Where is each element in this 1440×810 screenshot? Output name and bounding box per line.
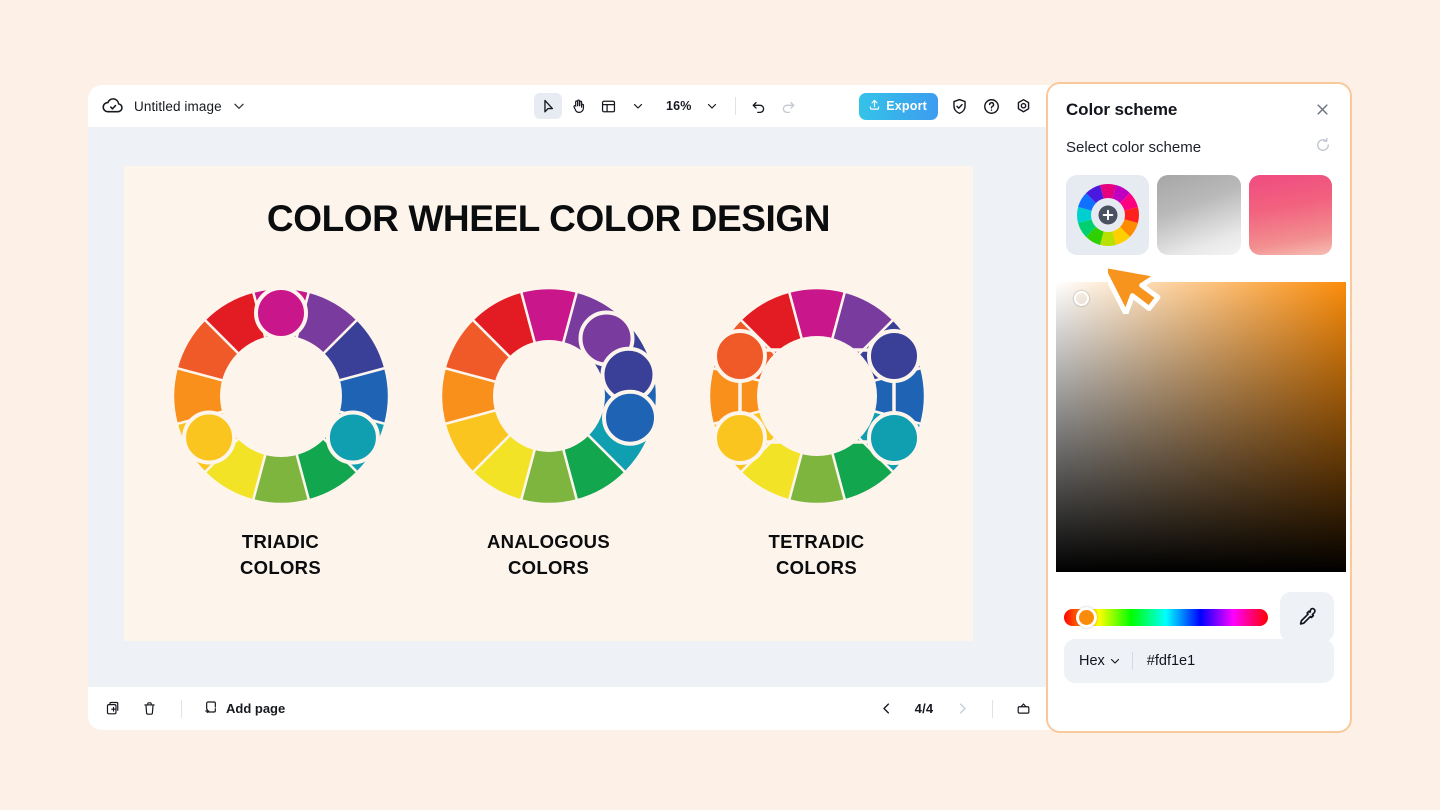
wheel-label-line1: TETRADIC xyxy=(768,531,865,552)
layout-panels-icon[interactable] xyxy=(594,93,622,119)
nav-divider xyxy=(992,699,993,718)
document-title[interactable]: Untitled image xyxy=(134,99,222,114)
hue-slider-row xyxy=(1048,592,1350,642)
redo-icon xyxy=(775,93,803,119)
wheel-label: ANALOGOUS COLORS xyxy=(487,529,610,582)
wheel-tetradic[interactable]: TETRADIC COLORS xyxy=(697,281,937,582)
export-label: Export xyxy=(886,99,927,113)
cloud-check-icon xyxy=(102,95,124,117)
wheel-label-line2: COLORS xyxy=(776,557,857,579)
trash-icon[interactable] xyxy=(138,698,160,720)
bottom-divider xyxy=(181,699,182,718)
wheel-analogous[interactable]: ANALOGOUS COLORS xyxy=(429,281,669,582)
help-circle-icon[interactable] xyxy=(980,95,1002,117)
wheel-label-line2: COLORS xyxy=(240,557,321,579)
reset-rotate-icon[interactable] xyxy=(1314,136,1332,159)
analogous-wheel-graphic xyxy=(439,286,658,506)
color-wheel-icon xyxy=(1076,184,1139,246)
screen-root: Untitled image 16% Export COLOR WHEEL CO… xyxy=(0,0,1440,810)
duplicate-page-icon[interactable] xyxy=(102,698,124,720)
swatch-gray-gradient[interactable] xyxy=(1157,175,1241,255)
color-scheme-panel: Color scheme Select color scheme Hex #fd… xyxy=(1046,82,1352,733)
export-button[interactable]: Export xyxy=(859,92,938,120)
panel-title: Color scheme xyxy=(1066,100,1178,119)
hex-value-input[interactable]: #fdf1e1 xyxy=(1133,653,1195,669)
settings-gear-icon[interactable] xyxy=(1012,95,1034,117)
layout-chevron-down-icon[interactable] xyxy=(624,93,652,119)
cursor-select-icon[interactable] xyxy=(534,93,562,119)
hex-mode-select[interactable]: Hex xyxy=(1064,653,1132,669)
page-navigation: 4/4 xyxy=(875,687,1034,730)
saturation-value-knob[interactable] xyxy=(1074,291,1089,306)
shield-check-icon[interactable] xyxy=(948,95,970,117)
tetradic-wheel-graphic xyxy=(707,286,926,506)
wheel-label: TRIADIC COLORS xyxy=(240,529,321,582)
document-title-group[interactable]: Untitled image xyxy=(88,95,246,117)
eyedropper-icon xyxy=(1299,607,1316,625)
hand-pan-icon[interactable] xyxy=(564,93,592,119)
zoom-level-value[interactable]: 16% xyxy=(662,99,696,113)
page-thumbnails-icon[interactable] xyxy=(1012,698,1034,720)
toolbar-divider xyxy=(734,97,736,115)
add-page-label: Add page xyxy=(226,701,286,716)
wheel-label: TETRADIC COLORS xyxy=(769,529,865,582)
chevron-right-icon xyxy=(951,698,973,720)
swatch-pink-gradient[interactable] xyxy=(1248,175,1332,255)
swatch-color-wheel-custom[interactable] xyxy=(1066,175,1150,255)
page-title: COLOR WHEEL COLOR DESIGN xyxy=(266,198,831,239)
page-indicator: 4/4 xyxy=(914,701,934,716)
artboard[interactable]: COLOR WHEEL COLOR DESIGN TRIADIC COLORS … xyxy=(124,166,973,641)
hue-slider-thumb[interactable] xyxy=(1076,606,1097,628)
wheel-triadic[interactable]: TRIADIC COLORS xyxy=(161,281,401,582)
hue-slider[interactable] xyxy=(1064,606,1268,628)
chevron-down-icon[interactable] xyxy=(232,99,246,113)
eyedropper-button[interactable] xyxy=(1280,592,1334,642)
panel-subtitle-row: Select color scheme xyxy=(1048,124,1350,159)
panel-header: Color scheme xyxy=(1048,84,1350,124)
canvas-tools: 16% xyxy=(534,85,803,127)
page-actions: Add page xyxy=(88,698,285,720)
saturation-value-picker[interactable] xyxy=(1056,282,1346,572)
chevron-down-icon xyxy=(1110,658,1119,664)
add-page-button[interactable]: Add page xyxy=(203,699,285,718)
zoom-chevron-down-icon[interactable] xyxy=(698,93,726,119)
wheel-label-line2: COLORS xyxy=(508,557,589,579)
add-page-icon xyxy=(203,699,219,718)
wheel-label-line1: ANALOGOUS xyxy=(487,531,610,552)
triadic-wheel-graphic xyxy=(171,286,390,506)
hex-mode-label: Hex xyxy=(1079,653,1105,669)
undo-icon[interactable] xyxy=(745,93,773,119)
chevron-left-icon[interactable] xyxy=(875,698,897,720)
color-wheel-group: TRIADIC COLORS ANALOGOUS COLORS TETRADIC… xyxy=(124,281,973,582)
wheel-label-line1: TRIADIC xyxy=(241,531,320,552)
panel-subtitle: Select color scheme xyxy=(1066,139,1202,156)
upload-icon xyxy=(868,98,881,114)
close-x-icon[interactable] xyxy=(1313,100,1332,124)
hex-input-row[interactable]: Hex #fdf1e1 xyxy=(1064,639,1334,683)
scheme-swatches xyxy=(1048,159,1350,255)
